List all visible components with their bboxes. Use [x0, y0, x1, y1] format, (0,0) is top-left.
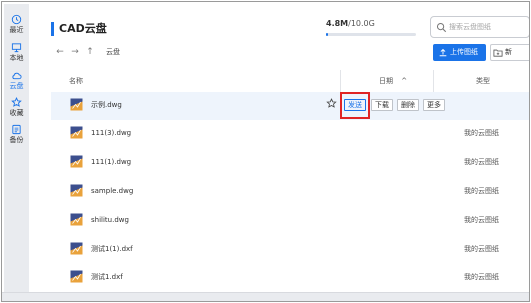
table-row[interactable]: sample.dwg 我的云图纸 — [51, 178, 529, 206]
monitor-icon — [11, 43, 22, 53]
dxf-file-icon — [70, 270, 83, 283]
breadcrumb[interactable]: 云盘 — [106, 47, 120, 57]
page-title: CAD云盘 — [59, 22, 107, 35]
sidebar-item-local[interactable]: 本地 — [4, 40, 29, 68]
clock-icon — [11, 14, 22, 25]
storage-usage: 4.8M/10.0G — [326, 19, 375, 29]
cloud-icon — [12, 72, 22, 80]
upload-button[interactable]: 上传图纸 — [433, 44, 486, 61]
file-type: 我的云图纸 — [464, 245, 499, 253]
forward-button[interactable]: → — [69, 46, 81, 58]
app-window: 最近 本地 云盘 收藏 备份 CAD云盘 4.8M/10.0G 搜索云盘图纸 ←… — [1, 1, 530, 302]
file-type: 我的云图纸 — [464, 273, 499, 281]
file-type: 我的云图纸 — [464, 216, 499, 224]
search-input[interactable] — [449, 20, 529, 34]
dwg-file-icon — [70, 155, 83, 168]
new-folder-button[interactable]: 新 — [490, 44, 529, 61]
table-row[interactable]: shilitu.dwg 我的云图纸 — [51, 207, 529, 235]
file-type: 我的云图纸 — [464, 187, 499, 195]
sidebar-item-label: 最近 — [9, 26, 24, 34]
search-icon — [436, 22, 447, 33]
dwg-file-icon — [70, 126, 83, 139]
file-name[interactable]: 示例.dwg — [91, 100, 122, 110]
column-header-date[interactable]: 日期 ^ — [379, 70, 407, 92]
sidebar-item-cloud[interactable]: 云盘 — [4, 68, 29, 96]
highlight-box — [340, 92, 370, 119]
file-type: 我的云图纸 — [464, 158, 499, 166]
sidebar-item-recent[interactable]: 最近 — [4, 12, 29, 40]
storage-total: /10.0G — [348, 19, 375, 28]
file-type: 我的云图纸 — [464, 129, 499, 137]
column-divider — [433, 70, 434, 92]
new-folder-icon — [493, 49, 503, 57]
dxf-file-icon — [70, 242, 83, 255]
file-name[interactable]: 111(3).dwg — [91, 128, 131, 138]
back-button[interactable]: ← — [54, 46, 66, 58]
column-header-date-label: 日期 — [379, 77, 393, 85]
column-header-name[interactable]: 名称 — [69, 70, 83, 92]
file-name[interactable]: 测试1(1).dxf — [91, 244, 133, 254]
sidebar-item-label: 本地 — [9, 54, 24, 62]
sidebar-item-backup[interactable]: 备份 — [4, 122, 29, 150]
dwg-file-icon — [70, 98, 83, 111]
upload-label: 上传图纸 — [450, 48, 478, 56]
table-row[interactable]: 示例.dwg 发送 下载 删除 更多 — [51, 92, 529, 120]
sidebar-item-label: 备份 — [9, 136, 24, 144]
file-name[interactable]: shilitu.dwg — [91, 215, 129, 225]
column-divider — [340, 70, 341, 92]
file-name[interactable]: 111(1).dwg — [91, 157, 131, 167]
sidebar-item-favorites[interactable]: 收藏 — [4, 95, 29, 123]
upload-icon — [439, 48, 447, 57]
favorite-star-icon[interactable] — [326, 98, 337, 109]
delete-button[interactable]: 删除 — [397, 99, 419, 111]
dwg-file-icon — [70, 184, 83, 197]
storage-used: 4.8M — [326, 19, 349, 28]
sort-ascending-icon: ^ — [401, 77, 408, 85]
storage-progress-fill — [326, 33, 328, 36]
download-button[interactable]: 下载 — [371, 99, 393, 111]
dwg-file-icon — [70, 213, 83, 226]
table-row[interactable]: 测试1.dxf 我的云图纸 — [51, 264, 529, 292]
sidebar-item-label: 收藏 — [9, 109, 24, 117]
star-icon — [11, 97, 22, 107]
table-row[interactable]: 111(3).dwg 我的云图纸 — [51, 120, 529, 148]
backup-icon — [12, 124, 21, 135]
column-header-type[interactable]: 类型 — [476, 70, 490, 92]
sidebar-item-label: 云盘 — [9, 82, 24, 90]
title-accent — [51, 22, 54, 36]
file-name[interactable]: 测试1.dxf — [91, 272, 123, 282]
more-button[interactable]: 更多 — [423, 99, 445, 111]
bottom-bar — [2, 292, 529, 301]
table-row[interactable]: 111(1).dwg 我的云图纸 — [51, 149, 529, 177]
up-button[interactable]: ↑ — [84, 46, 96, 58]
table-row[interactable]: 测试1(1).dxf 我的云图纸 — [51, 236, 529, 264]
file-name[interactable]: sample.dwg — [91, 186, 133, 196]
new-folder-label: 新 — [505, 48, 512, 56]
search-box[interactable] — [430, 16, 529, 38]
sidebar: 最近 本地 云盘 收藏 备份 — [4, 4, 29, 294]
storage-progress — [326, 33, 416, 36]
